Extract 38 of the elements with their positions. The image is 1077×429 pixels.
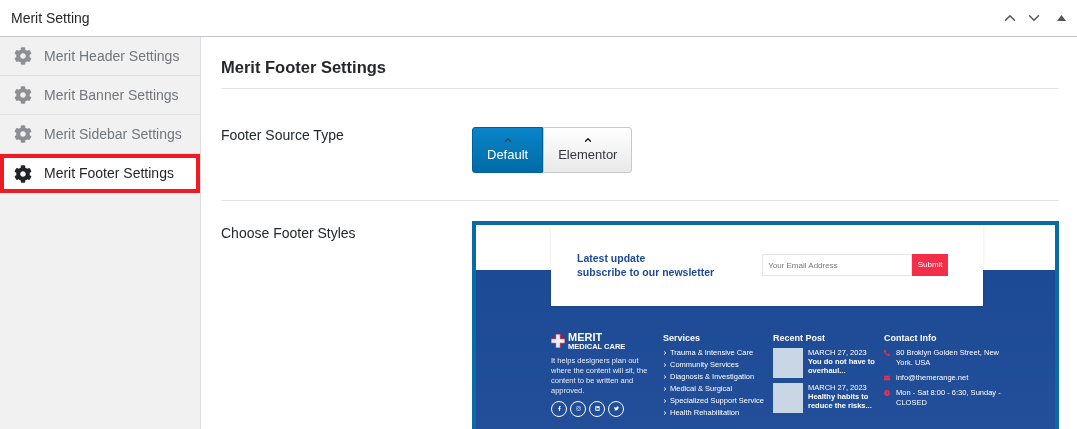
chevron-icon [663, 350, 667, 355]
facebook-icon [556, 406, 562, 412]
submit-button[interactable]: Submit [912, 254, 949, 277]
column-heading: Contact Info [884, 331, 938, 345]
photo-placeholder [773, 382, 803, 413]
phone-icon [884, 349, 890, 356]
email-field[interactable]: Your Email Address [762, 254, 913, 277]
column-heading: Recent Post [773, 331, 826, 345]
chevron-icon [663, 398, 667, 403]
photo-placeholder [773, 347, 803, 378]
chevron-icon [663, 410, 667, 415]
field-label: Choose Footer Styles [221, 223, 357, 243]
caret-icon [502, 135, 513, 145]
sidebar-item[interactable]: Merit Banner Settings [0, 76, 200, 115]
section-title: Merit Footer Settings [221, 55, 1059, 89]
gear-icon [14, 86, 32, 104]
gear-icon [14, 125, 32, 143]
chevron-icon [663, 362, 667, 367]
source-type-option[interactable]: Default [472, 126, 544, 173]
chevron-icon [663, 374, 667, 379]
sidebar-item[interactable]: Merit Header Settings [0, 37, 200, 76]
brand-name: MERIT [568, 331, 604, 343]
newsletter-heading: Latest update subscribe to our newsletter [577, 251, 715, 280]
twitter-icon [613, 406, 619, 412]
medical-cross-icon [551, 334, 565, 349]
triangle-up-icon[interactable] [1057, 15, 1066, 21]
gear-icon [14, 47, 32, 65]
gear-icon [14, 164, 32, 183]
window-title: Merit Setting [11, 8, 91, 28]
source-type-option[interactable]: Elementor [543, 126, 633, 173]
column-heading: Services [663, 331, 702, 345]
sidebar-item[interactable]: Merit Footer Settings [0, 154, 200, 193]
footer-style-preview[interactable] [472, 220, 1059, 429]
chevron-icon [663, 386, 667, 391]
clock-icon [884, 389, 890, 396]
envelope-icon [884, 374, 890, 381]
caret-icon [582, 135, 593, 145]
field-label: Footer Source Type [221, 125, 345, 145]
